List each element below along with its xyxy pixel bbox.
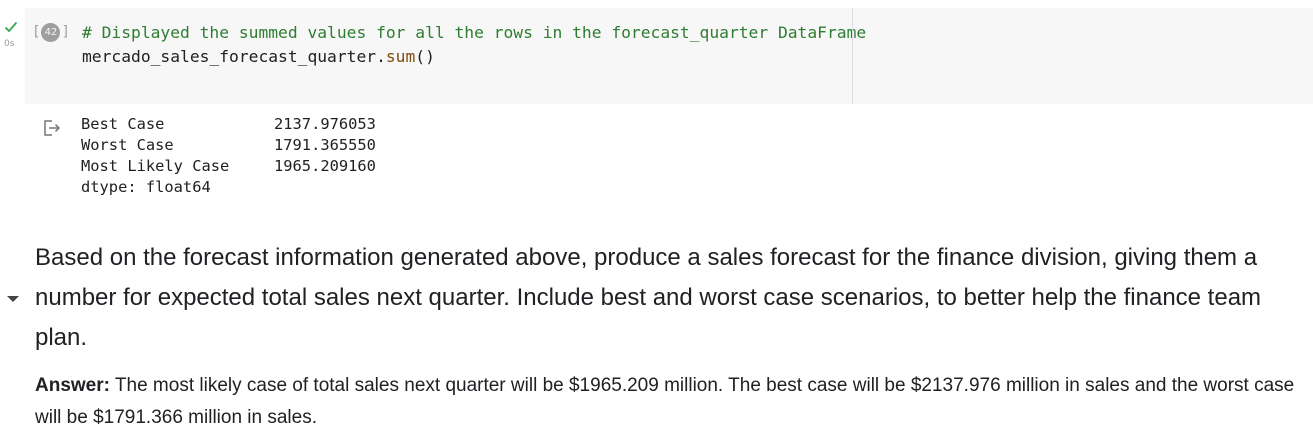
output-text: Best Case 2137.976053 Worst Case 1791.3655…	[81, 114, 376, 198]
execution-count-badge: 42	[41, 22, 61, 42]
question-heading: Based on the forecast information genera…	[35, 244, 1262, 351]
output-value: 2137.976053	[274, 115, 376, 133]
code-function: sum	[385, 47, 416, 66]
code-comment: # Displayed the summed values for all th…	[82, 23, 867, 42]
cell-output: Best Case 2137.976053 Worst Case 1791.3655…	[0, 112, 1313, 204]
code-parens: ()	[415, 47, 435, 66]
dtype-text: dtype: float64	[81, 178, 211, 196]
answer-text: The most likely case of total sales next…	[35, 375, 1295, 428]
output-value: 1965.209160	[274, 157, 376, 175]
execution-count[interactable]: [42]	[32, 22, 70, 42]
code-cell[interactable]: 0s [42] # Displayed the summed values fo…	[0, 8, 1313, 104]
markdown-cell[interactable]: Based on the forecast information genera…	[0, 236, 1313, 436]
answer-label: Answer:	[35, 375, 110, 396]
code-text[interactable]: # Displayed the summed values for all th…	[82, 21, 866, 69]
line-length-ruler	[852, 8, 853, 104]
output-redirect-icon[interactable]	[42, 119, 62, 137]
output-row: Worst Case 1791.365550	[81, 135, 376, 156]
output-label: Most Likely Case	[81, 157, 230, 175]
code-object: mercado_sales_forecast_quarter.	[82, 47, 386, 66]
code-editor[interactable]: [42] # Displayed the summed values for a…	[25, 8, 1313, 104]
output-row: Best Case 2137.976053	[81, 114, 376, 135]
check-icon	[4, 21, 18, 33]
notebook: 0s [42] # Displayed the summed values fo…	[0, 0, 1313, 446]
output-dtype: dtype: float64	[81, 177, 376, 198]
output-label: Worst Case	[81, 136, 174, 154]
execution-time: 0s	[4, 39, 15, 49]
answer-paragraph: Answer: The most likely case of total sa…	[35, 370, 1305, 434]
caret-down-icon[interactable]	[6, 294, 20, 304]
output-value: 1791.365550	[274, 136, 376, 154]
output-label: Best Case	[81, 115, 165, 133]
output-row: Most Likely Case 1965.209160	[81, 156, 376, 177]
run-status-gutter[interactable]: 0s	[0, 8, 25, 104]
